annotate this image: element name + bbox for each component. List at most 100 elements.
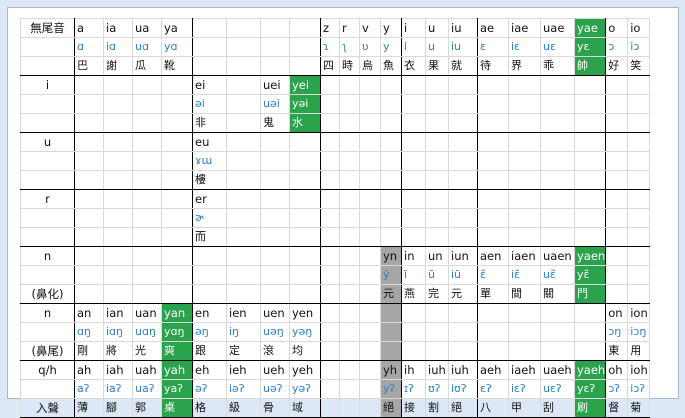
table-cell: iɔ <box>627 37 651 57</box>
table-cell <box>103 227 133 247</box>
table-row: ɤɯ <box>20 151 651 171</box>
table-cell: 均 <box>289 341 321 361</box>
table-cell <box>260 208 290 228</box>
table-cell <box>540 170 575 190</box>
table-cell <box>573 303 607 323</box>
row-label-cell: i <box>20 75 75 95</box>
table-cell <box>74 75 104 95</box>
table-cell <box>103 75 133 95</box>
table-cell: on <box>605 303 629 323</box>
table-cell <box>161 227 193 247</box>
table-cell <box>320 398 340 418</box>
table-cell <box>192 265 227 285</box>
table-cell <box>320 341 340 361</box>
table-cell <box>74 246 104 266</box>
table-cell <box>339 189 360 209</box>
table-cell <box>540 227 575 247</box>
table-cell <box>401 94 426 114</box>
table-cell: uei <box>260 75 290 95</box>
table-cell <box>401 75 426 95</box>
table-cell: 接 <box>401 398 426 418</box>
table-cell <box>226 132 261 152</box>
table-cell <box>226 37 261 57</box>
table-cell: ien <box>226 303 261 323</box>
row-label-cell <box>20 113 75 133</box>
table-cell <box>627 246 651 266</box>
table-cell <box>339 208 360 228</box>
table-cell <box>339 341 360 361</box>
table-cell <box>359 208 381 228</box>
table-cell <box>508 227 541 247</box>
table-cell: aʔ <box>74 379 104 399</box>
table-cell: 門 <box>573 284 607 304</box>
table-cell <box>605 170 629 190</box>
table-cell <box>103 132 133 152</box>
row-label-cell <box>20 322 75 342</box>
table-cell <box>380 208 402 228</box>
table-cell <box>260 151 290 171</box>
table-cell: aeh <box>477 360 509 380</box>
table-cell <box>477 132 509 152</box>
table-cell <box>161 75 193 95</box>
table-cell <box>320 170 340 190</box>
table-cell: yʔ <box>380 379 402 399</box>
table-cell <box>425 227 449 247</box>
table-cell <box>627 132 651 152</box>
table-cell <box>74 170 104 190</box>
table-cell <box>448 208 478 228</box>
table-cell: 菊 <box>627 398 651 418</box>
table-cell <box>477 208 509 228</box>
table-cell: oh <box>605 360 629 380</box>
table-cell <box>226 170 261 190</box>
table-cell: iuh <box>448 360 478 380</box>
table-cell: 靴 <box>161 56 193 76</box>
table-cell: 爽 <box>161 341 193 361</box>
table-cell: iɑ <box>103 37 133 57</box>
table-cell: y <box>380 37 402 57</box>
table-cell <box>573 132 607 152</box>
row-label-cell: 無尾音 <box>20 18 75 38</box>
table-cell <box>508 151 541 171</box>
table-cell <box>289 265 321 285</box>
table-cell <box>103 170 133 190</box>
table-cell: ae <box>477 18 509 38</box>
table-cell <box>605 189 629 209</box>
table-cell <box>448 322 478 342</box>
table-cell: yn <box>380 246 402 266</box>
table-cell <box>401 113 426 133</box>
table-cell <box>320 246 340 266</box>
table-cell: uaeh <box>540 360 575 380</box>
table-cell <box>448 151 478 171</box>
table-cell: 樓 <box>192 170 227 190</box>
table-cell <box>260 246 290 266</box>
table-cell: 元 <box>448 284 478 304</box>
table-cell: uan <box>132 303 162 323</box>
table-cell: yeh <box>289 360 321 380</box>
table-cell <box>320 132 340 152</box>
table-cell: ɪʔ <box>401 379 426 399</box>
table-cell: uɑŋ <box>132 322 162 342</box>
table-row: ɑŋ iɑŋ uɑŋ yɑŋ əŋ iŋ uəŋ yəŋ ɔŋ iɔŋ <box>20 322 651 342</box>
table-cell <box>425 189 449 209</box>
table-cell: 巴 <box>74 56 104 76</box>
table-cell: yɑ <box>161 37 193 57</box>
table-cell: ɔʔ <box>605 379 629 399</box>
table-cell <box>627 227 651 247</box>
table-cell: 東 <box>605 341 629 361</box>
table-cell <box>74 265 104 285</box>
table-cell <box>573 322 607 342</box>
table-cell <box>132 113 162 133</box>
table-cell <box>477 322 509 342</box>
table-cell: ɑŋ <box>74 322 104 342</box>
table-cell: 光 <box>132 341 162 361</box>
table-cell <box>359 322 381 342</box>
table-cell <box>627 170 651 190</box>
table-cell <box>425 341 449 361</box>
table-cell: yɛ̃ <box>573 265 607 285</box>
table-cell <box>132 265 162 285</box>
table-cell <box>448 189 478 209</box>
table-cell <box>339 113 360 133</box>
table-cell <box>401 303 426 323</box>
table-row: 巴謝瓜靴 四時烏魚衣果就待界乖帥好笑 <box>20 56 651 76</box>
table-cell: 瓜 <box>132 56 162 76</box>
